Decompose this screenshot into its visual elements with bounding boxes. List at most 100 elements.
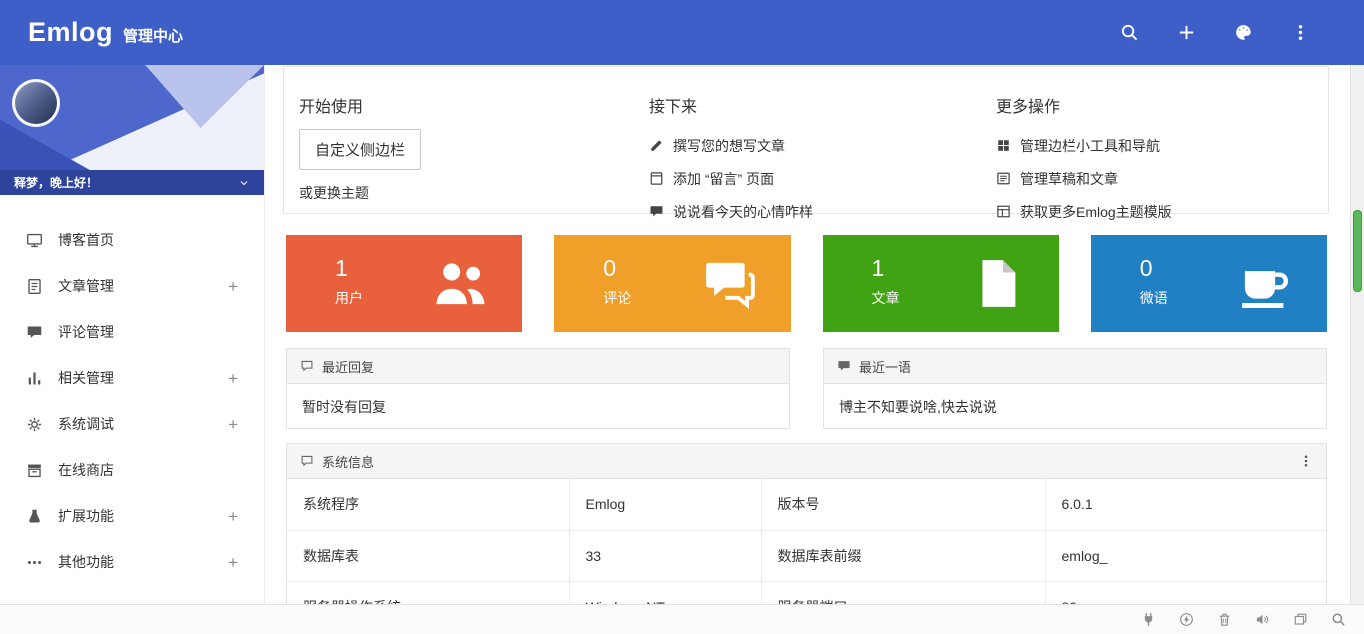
qs-item-label: 添加 “留言” 页面 (673, 169, 774, 189)
section-title-start: 开始使用 (299, 93, 649, 117)
admin-center-title: 管理中心 (123, 25, 183, 46)
sidebar-item-system-debug[interactable]: 系统调试 + (0, 401, 264, 447)
system-info-panel: 系统信息 系统程序 Emlog 版本号 6.0.1 数据库表 33 数据库表前缀… (286, 443, 1327, 604)
sys-label: 数据库表 (287, 530, 569, 581)
sidebar-item-label: 相关管理 (58, 368, 114, 388)
bottom-toolbar (0, 604, 1364, 634)
panel-body-text: 暂时没有回复 (287, 384, 789, 428)
sidebar-item-label: 评论管理 (58, 322, 114, 342)
plug-icon[interactable] (1141, 612, 1156, 627)
quote-bubble-icon (837, 359, 851, 373)
stat-card-articles[interactable]: 1 文章 (823, 235, 1059, 332)
more-icon[interactable] (1291, 23, 1310, 42)
chevron-down-icon (238, 177, 250, 189)
logo-text: Emlog (28, 17, 113, 48)
expand-plus-icon[interactable]: + (228, 416, 238, 433)
table-row: 数据库表 33 数据库表前缀 emlog_ (287, 530, 1326, 581)
zoom-icon[interactable] (1331, 612, 1346, 627)
flask-icon (26, 508, 43, 525)
customize-sidebar-button[interactable]: 自定义侧边栏 (299, 129, 421, 170)
more-item-get-themes[interactable]: 获取更多Emlog主题模版 (996, 195, 1328, 228)
stat-label: 评论 (603, 288, 631, 308)
qs-item-label: 获取更多Emlog主题模版 (1020, 202, 1172, 222)
panel-header: 最近回复 (287, 349, 789, 384)
main-content: 开始使用 自定义侧边栏 或更换主题 接下来 撰写您的想写文章 添加 “留言” 页… (265, 65, 1350, 604)
sys-value: Emlog (569, 479, 761, 530)
sidebar-item-label: 文章管理 (58, 276, 114, 296)
sidebar-item-related-manage[interactable]: 相关管理 + (0, 355, 264, 401)
greeting-text: 释梦，晚上好！ (14, 174, 98, 191)
scrollbar-thumb[interactable] (1353, 210, 1362, 292)
panel-menu-icon[interactable] (1299, 454, 1313, 468)
add-icon[interactable] (1177, 23, 1196, 42)
stat-value: 0 (603, 255, 616, 282)
sidebar-item-online-store[interactable]: 在线商店 (0, 447, 264, 493)
sidebar-item-other[interactable]: 其他功能 + (0, 539, 264, 585)
gear-icon (26, 416, 43, 433)
sidebar-item-label: 系统调试 (58, 414, 114, 434)
stat-value: 1 (335, 255, 348, 282)
qs-item-label: 说说看今天的心情咋样 (673, 202, 813, 222)
stat-cards: 1 用户 0 评论 1 文章 0 微语 (286, 235, 1327, 332)
chat-icon (702, 256, 757, 311)
sys-label: 系统程序 (287, 479, 569, 530)
next-item-post-mood[interactable]: 说说看今天的心情咋样 (649, 195, 996, 228)
search-icon[interactable] (1120, 23, 1139, 42)
change-theme-link[interactable]: 或更换主题 (299, 183, 649, 203)
sidebar-item-extensions[interactable]: 扩展功能 + (0, 493, 264, 539)
qs-item-label: 撰写您的想写文章 (673, 136, 785, 156)
compose-icon (649, 138, 664, 153)
monitor-icon (26, 232, 43, 249)
sys-value: 33 (569, 530, 761, 581)
more-item-manage-drafts[interactable]: 管理草稿和文章 (996, 162, 1328, 195)
palette-icon[interactable] (1234, 23, 1253, 42)
expand-plus-icon[interactable]: + (228, 554, 238, 571)
layout-icon (996, 204, 1011, 219)
expand-plus-icon[interactable]: + (228, 508, 238, 525)
avatar[interactable] (12, 79, 60, 127)
page-icon (649, 171, 664, 186)
users-icon (433, 256, 488, 311)
recent-replies-panel: 最近回复 暂时没有回复 (286, 348, 790, 429)
stat-value: 1 (872, 255, 885, 282)
panel-title: 系统信息 (322, 452, 374, 471)
expand-plus-icon[interactable]: + (228, 370, 238, 387)
sys-label: 数据库表前缀 (761, 530, 1045, 581)
comments-icon (26, 324, 43, 341)
sidebar-item-article-manage[interactable]: 文章管理 + (0, 263, 264, 309)
sidebar-item-label: 博客首页 (58, 230, 114, 250)
stat-label: 微语 (1140, 288, 1168, 308)
window-icon[interactable] (1293, 612, 1308, 627)
next-item-write-article[interactable]: 撰写您的想写文章 (649, 129, 996, 162)
qs-item-label: 管理草稿和文章 (1020, 169, 1118, 189)
sidebar-menu: 博客首页 文章管理 + 评论管理 相关管理 + 系统调试 + 在线商店 扩展功能 (0, 195, 264, 585)
table-row: 服务器操作系统 Windows NT 服务器端口 80 (287, 581, 1326, 604)
vertical-scrollbar[interactable] (1350, 65, 1364, 604)
next-item-add-page[interactable]: 添加 “留言” 页面 (649, 162, 996, 195)
system-info-table: 系统程序 Emlog 版本号 6.0.1 数据库表 33 数据库表前缀 emlo… (287, 479, 1326, 604)
sidebar-item-comment-manage[interactable]: 评论管理 (0, 309, 264, 355)
user-greeting-bar[interactable]: 释梦，晚上好！ (0, 170, 264, 195)
trash-icon[interactable] (1217, 612, 1232, 627)
stat-card-twitters[interactable]: 0 微语 (1091, 235, 1327, 332)
stat-label: 用户 (335, 288, 363, 308)
sidebar-item-blog-home[interactable]: 博客首页 (0, 217, 264, 263)
recent-word-panel: 最近一语 博主不知要说啥,快去说说 (823, 348, 1327, 429)
sidebar-item-label: 其他功能 (58, 552, 114, 572)
sidebar-item-label: 扩展功能 (58, 506, 114, 526)
stat-card-comments[interactable]: 0 评论 (554, 235, 790, 332)
panel-header: 最近一语 (824, 349, 1326, 384)
more-item-manage-widgets[interactable]: 管理边栏小工具和导航 (996, 129, 1328, 162)
sys-value: 80 (1045, 581, 1326, 604)
app-logo[interactable]: Emlog 管理中心 (0, 17, 183, 48)
sys-value: Windows NT (569, 581, 761, 604)
coffee-icon (1238, 256, 1293, 311)
chat-icon (649, 204, 664, 219)
expand-plus-icon[interactable]: + (228, 278, 238, 295)
panel-title: 最近一语 (859, 357, 911, 376)
bolt-icon[interactable] (1179, 612, 1194, 627)
stat-card-users[interactable]: 1 用户 (286, 235, 522, 332)
speaker-icon[interactable] (1255, 612, 1270, 627)
sys-value: emlog_ (1045, 530, 1326, 581)
quickstart-panel: 开始使用 自定义侧边栏 或更换主题 接下来 撰写您的想写文章 添加 “留言” 页… (283, 66, 1329, 214)
